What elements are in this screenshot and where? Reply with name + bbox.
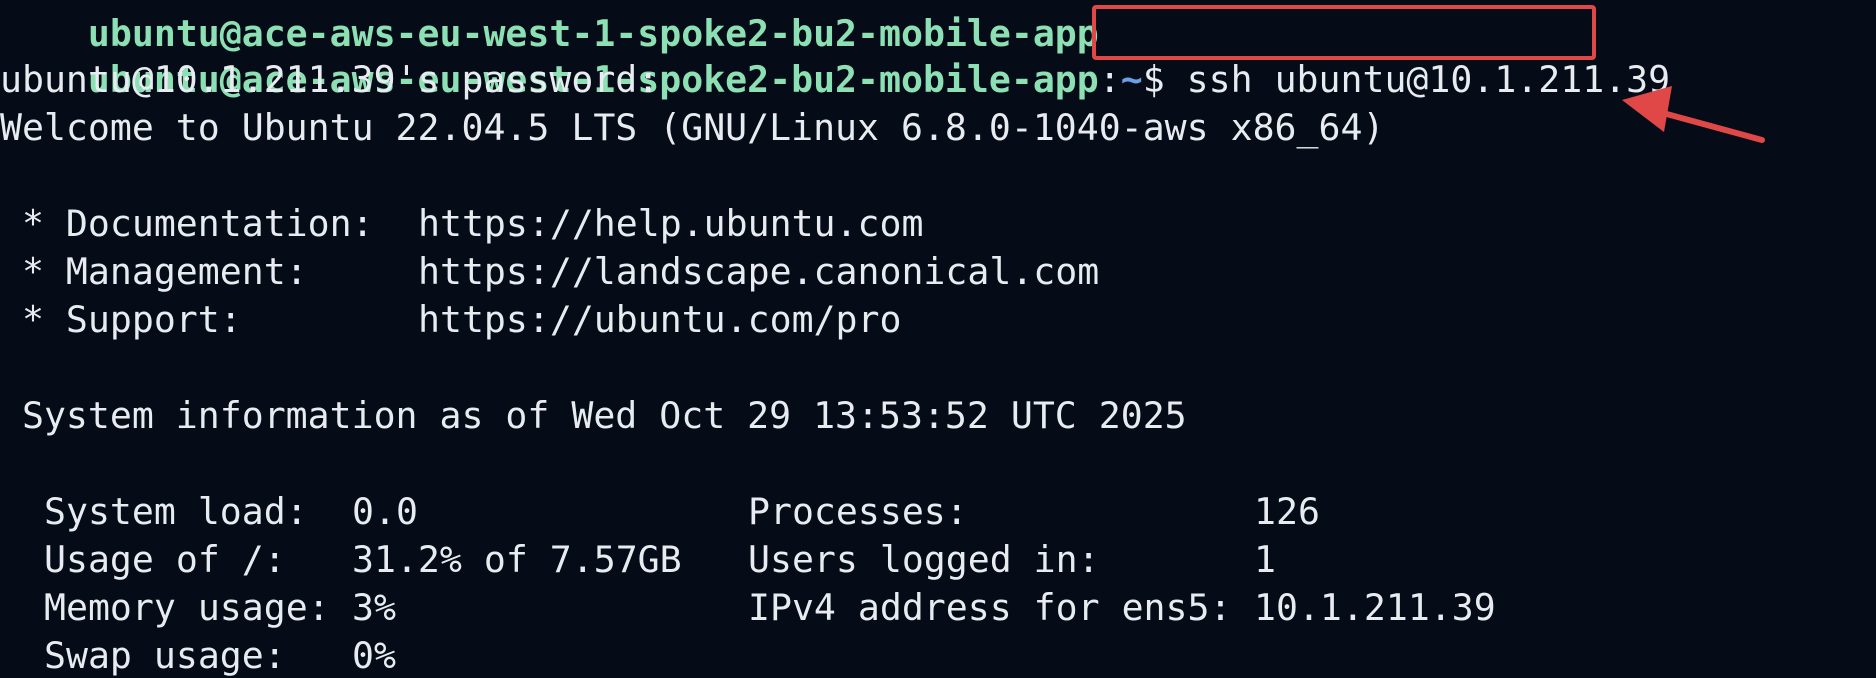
terminal-window[interactable]: ubuntu@ace-aws-eu-west-1-spoke2-bu2-mobi…: [0, 0, 1876, 678]
annotation-arrow-icon: [1622, 86, 1765, 143]
